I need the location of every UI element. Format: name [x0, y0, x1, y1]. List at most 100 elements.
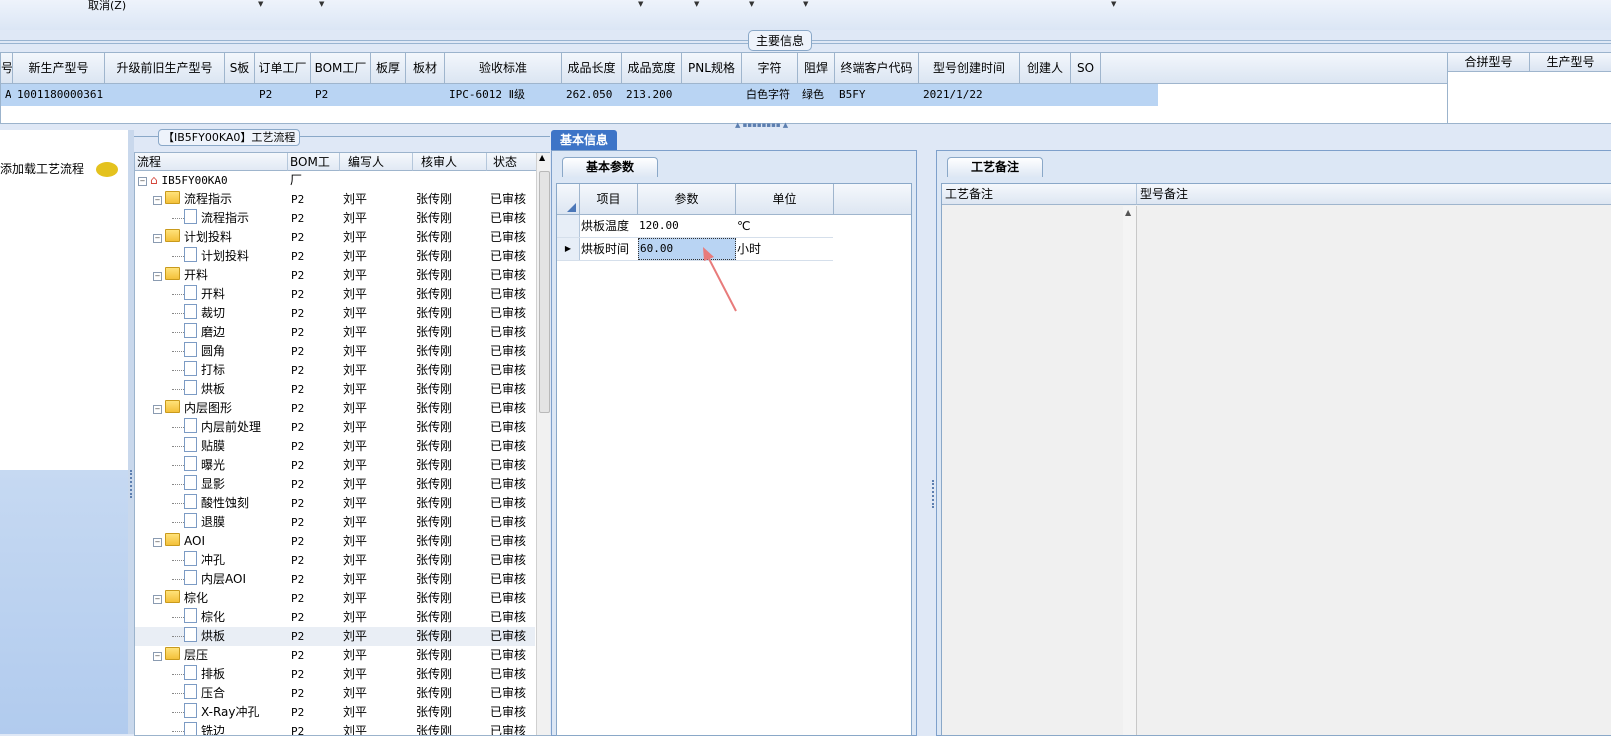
column-header[interactable]: 状态: [487, 153, 537, 171]
table-cell[interactable]: 10011800003614: [17, 84, 103, 106]
column-header[interactable]: 板厚: [371, 53, 406, 84]
vertical-scrollbar[interactable]: ▲: [1123, 206, 1137, 735]
process-notes-area[interactable]: [942, 206, 1124, 735]
column-header[interactable]: 型号创建时间: [919, 53, 1020, 84]
tree-row[interactable]: 打标 P2 刘平 张传刚 已审核: [135, 361, 535, 380]
scroll-up-icon[interactable]: ▲: [539, 153, 545, 162]
column-header[interactable]: 阻焊: [798, 53, 835, 84]
tree-row[interactable]: − 开料 P2 刘平 张传刚 已审核: [135, 266, 535, 285]
param-value[interactable]: 120.00: [639, 215, 679, 237]
table-cell[interactable]: [686, 84, 740, 106]
table-cell[interactable]: 262.050: [566, 84, 620, 106]
column-header[interactable]: 参数: [638, 184, 736, 215]
column-header[interactable]: 成品宽度: [622, 53, 682, 84]
tree-row[interactable]: − AOI P2 刘平 张传刚 已审核: [135, 532, 535, 551]
scroll-up-icon[interactable]: ▲: [1125, 208, 1131, 217]
table-cell[interactable]: [109, 84, 223, 106]
tab-basic-info[interactable]: 基本信息: [551, 130, 617, 150]
scrollbar-thumb[interactable]: [539, 171, 550, 413]
tree-row[interactable]: 退膜 P2 刘平 张传刚 已审核: [135, 513, 535, 532]
tree-row[interactable]: − 计划投料 P2 刘平 张传刚 已审核: [135, 228, 535, 247]
dropdown-arrow-icon[interactable]: ▼: [638, 0, 643, 8]
tree-row[interactable]: 贴膜 P2 刘平 张传刚 已审核: [135, 437, 535, 456]
tree-row[interactable]: 圆角 P2 刘平 张传刚 已审核: [135, 342, 535, 361]
column-header[interactable]: 创建人: [1020, 53, 1071, 84]
tree-row[interactable]: X-Ray冲孔 P2 刘平 张传刚 已审核: [135, 703, 535, 722]
collapse-icon[interactable]: −: [153, 234, 162, 243]
column-header[interactable]: 工艺备注: [942, 184, 1137, 205]
table-cell[interactable]: A0: [5, 84, 11, 106]
tree-row[interactable]: 曝光 P2 刘平 张传刚 已审核: [135, 456, 535, 475]
column-header[interactable]: SO: [1071, 53, 1101, 84]
tree-root[interactable]: − ⌂ IB5FY00KA0: [135, 171, 535, 190]
column-header[interactable]: 生产型号: [1530, 53, 1611, 72]
tree-row[interactable]: 流程指示 P2 刘平 张传刚 已审核: [135, 209, 535, 228]
dropdown-arrow-icon[interactable]: ▼: [319, 0, 324, 8]
add-process-item[interactable]: 添加载工艺流程: [0, 160, 84, 177]
column-header[interactable]: 升级前旧生产型号: [105, 53, 225, 84]
collapse-icon[interactable]: −: [153, 405, 162, 414]
table-cell[interactable]: 绿色: [802, 84, 833, 106]
tree-row[interactable]: 内层AOI P2 刘平 张传刚 已审核: [135, 570, 535, 589]
table-cell[interactable]: [410, 84, 443, 106]
vertical-scrollbar[interactable]: ▲: [536, 153, 551, 735]
tree-row[interactable]: 开料 P2 刘平 张传刚 已审核: [135, 285, 535, 304]
table-cell[interactable]: 213.200: [626, 84, 680, 106]
table-cell[interactable]: 白色字符: [746, 84, 796, 106]
corner-header[interactable]: [557, 184, 580, 215]
speech-bubble-icon[interactable]: [96, 162, 118, 177]
column-header[interactable]: 字符: [742, 53, 798, 84]
table-row[interactable]: ▶ 烘板时间 60.00 小时: [557, 238, 833, 261]
tree-row[interactable]: − 流程指示 P2 刘平 张传刚 已审核: [135, 190, 535, 209]
tree-row[interactable]: 压合 P2 刘平 张传刚 已审核: [135, 684, 535, 703]
dropdown-arrow-icon[interactable]: ▼: [1111, 0, 1116, 8]
column-header[interactable]: 成品长度: [562, 53, 622, 84]
tree-row[interactable]: 烘板 P2 刘平 张传刚 已审核: [135, 627, 535, 646]
column-header[interactable]: 板材: [406, 53, 445, 84]
dropdown-arrow-icon[interactable]: ▼: [694, 0, 699, 8]
tree-row[interactable]: − 内层图形 P2 刘平 张传刚 已审核: [135, 399, 535, 418]
tree-row[interactable]: 显影 P2 刘平 张传刚 已审核: [135, 475, 535, 494]
column-header[interactable]: 验收标准: [445, 53, 562, 84]
table-cell[interactable]: IPC-6012 Ⅱ级: [449, 84, 560, 106]
cancel-button[interactable]: 取消(Z): [88, 0, 126, 13]
table-cell[interactable]: P2: [259, 84, 309, 106]
splitter-handle-icon[interactable]: ▲ ▪▪▪▪▪▪▪▪ ▲: [735, 121, 788, 129]
tree-row[interactable]: 冲孔 P2 刘平 张传刚 已审核: [135, 551, 535, 570]
column-header[interactable]: S板: [225, 53, 255, 84]
column-header[interactable]: PNL规格: [682, 53, 742, 84]
column-header[interactable]: BOM工厂: [311, 53, 371, 84]
tree-row[interactable]: 烘板 P2 刘平 张传刚 已审核: [135, 380, 535, 399]
table-cell[interactable]: [375, 84, 404, 106]
collapse-icon[interactable]: −: [153, 272, 162, 281]
dropdown-arrow-icon[interactable]: ▼: [258, 0, 263, 8]
column-header[interactable]: 流程: [135, 153, 288, 171]
table-cell[interactable]: [1075, 84, 1099, 106]
collapse-icon[interactable]: −: [153, 652, 162, 661]
table-cell[interactable]: B5FY: [839, 84, 917, 106]
column-header[interactable]: 订单工厂: [255, 53, 311, 84]
tree-row[interactable]: 棕化 P2 刘平 张传刚 已审核: [135, 608, 535, 627]
column-header[interactable]: 新生产型号: [13, 53, 105, 84]
table-cell[interactable]: 2021/1/22: [923, 84, 1018, 106]
tree-row[interactable]: − 层压 P2 刘平 张传刚 已审核: [135, 646, 535, 665]
tree-row[interactable]: 排板 P2 刘平 张传刚 已审核: [135, 665, 535, 684]
column-header[interactable]: 单位: [736, 184, 834, 215]
tree-row[interactable]: 磨边 P2 刘平 张传刚 已审核: [135, 323, 535, 342]
column-header[interactable]: 终端客户代码: [835, 53, 919, 84]
tree-row[interactable]: 计划投料 P2 刘平 张传刚 已审核: [135, 247, 535, 266]
current-row-icon[interactable]: ▶: [557, 238, 580, 260]
column-header[interactable]: 型号备注: [1137, 184, 1611, 205]
collapse-icon[interactable]: −: [153, 595, 162, 604]
dropdown-arrow-icon[interactable]: ▼: [803, 0, 808, 8]
column-header[interactable]: 号: [1, 53, 13, 84]
collapse-icon[interactable]: −: [138, 177, 147, 186]
tab-process-notes[interactable]: 工艺备注: [947, 157, 1043, 177]
tab-basic-params[interactable]: 基本参数: [562, 157, 658, 177]
collapse-icon[interactable]: −: [153, 538, 162, 547]
dropdown-arrow-icon[interactable]: ▼: [749, 0, 754, 8]
column-header[interactable]: BOM工厂: [288, 153, 340, 187]
tree-row[interactable]: 裁切 P2 刘平 张传刚 已审核: [135, 304, 535, 323]
table-row[interactable]: 烘板温度 120.00 ℃: [557, 215, 833, 238]
column-header[interactable]: 合拼型号: [1448, 53, 1530, 72]
